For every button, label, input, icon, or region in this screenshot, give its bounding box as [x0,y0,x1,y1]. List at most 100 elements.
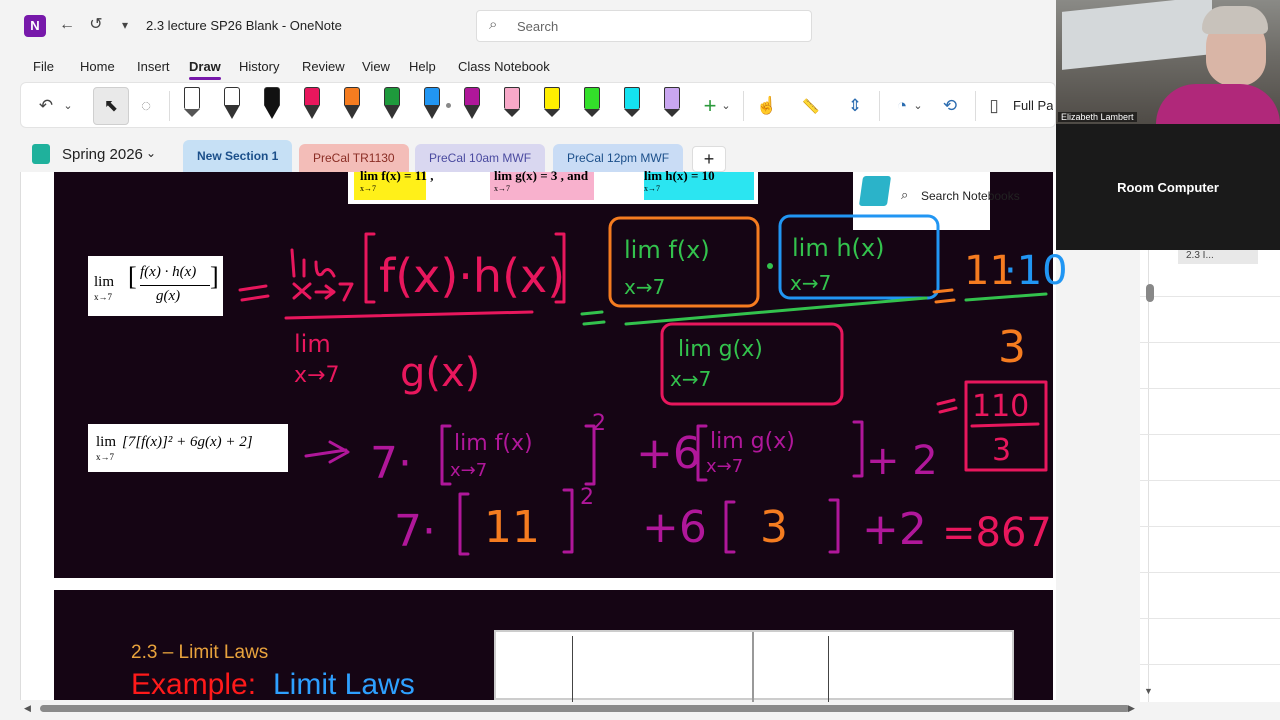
formula-limit-quotient: lim x→7 [ f(x) · h(x) g(x) ] [88,256,223,316]
window-title: 2.3 lecture SP26 Blank - OneNote [146,18,342,33]
given-h-limit: lim h(x) = 10 [644,168,715,183]
presenter-video: Elizabeth Lambert [1056,0,1280,124]
insert-space-icon[interactable]: ⇕ [842,93,868,119]
pointer-icon: ⬉ [103,96,119,115]
search-box[interactable]: ⌕ Search [476,10,812,42]
ink-to-shape-icon[interactable]: ⟲ [937,93,963,119]
presenter-hair [1202,6,1268,34]
highlighter-cyan[interactable] [624,87,640,123]
pane-rule [1140,296,1280,297]
highlighter-green[interactable] [584,87,600,123]
search-icon: ⌕ [901,187,909,202]
pen-orange[interactable] [344,87,360,123]
draw-ribbon: ↶ ⌄ ⬉ ◌ + ⌄ ☝ 📏 ⇕ ◔ ⌄ ⟲ ▯ Full Pag [20,82,1056,128]
scroll-down-arrow-icon[interactable]: ▼ [1144,686,1153,696]
menu-class-notebook[interactable]: Class Notebook [458,59,550,74]
page-title: 2.3 I... [1186,250,1214,261]
section-tab-label: PreCal 12pm MWF [567,151,670,165]
slide-subtitle: 2.3 – Limit Laws [131,642,269,663]
vertical-scroll-thumb[interactable] [1146,284,1154,302]
ribbon-divider [975,91,976,121]
pen-black[interactable] [264,87,280,123]
text-pen-tool[interactable] [224,87,240,123]
full-page-view-icon[interactable]: ▯ [981,93,1007,119]
room-computer-label: Room Computer [1117,180,1219,195]
highlighter-yellow[interactable] [544,87,560,123]
scroll-right-arrow-icon[interactable]: ▶ [1128,703,1135,714]
formula-lim-sub: x→7 [96,452,114,462]
formula-lim: lim [94,274,115,290]
projector-screen [1062,0,1212,70]
menu-file[interactable]: File [33,59,54,74]
full-page-view-label[interactable]: Full Pag [1013,98,1053,113]
notebook-cube-icon [858,176,892,206]
notebook-dropdown-icon[interactable]: ⌄ [146,146,156,160]
given-g-sub: x→7 [494,184,510,193]
page-list-item[interactable]: 2.3 I... [1178,250,1258,264]
highlighter-pink[interactable] [504,87,520,123]
page-list-pane: 2.3 I... [1140,250,1280,702]
slide-example-label: Example: [131,668,257,701]
graph-axis-right [828,636,829,702]
menu-history[interactable]: History [239,59,279,74]
shapes-dropdown-icon[interactable]: ⌄ [911,93,925,119]
pen-blue[interactable] [424,87,440,123]
given-f-limit: lim f(x) = 11 , [360,168,434,183]
onenote-logo-icon: N [24,15,46,37]
given-f-sub: x→7 [360,184,376,193]
ruler-icon[interactable]: 📏 [798,93,824,119]
right-bracket: ] [210,262,219,291]
menu-review[interactable]: Review [302,59,345,74]
undo-icon[interactable]: ↶ [33,93,59,119]
search-notebooks-panel[interactable]: ⌕ Search Notebooks [853,172,1020,230]
pane-rule [1140,342,1280,343]
horizontal-scrollbar[interactable]: ◀ ▶ [20,702,1140,716]
menu-help[interactable]: Help [409,59,436,74]
given-h-sub: x→7 [644,184,660,193]
horizontal-scroll-thumb[interactable] [40,705,1130,712]
section-tab-label: New Section 1 [197,149,279,163]
formula-lim-sub: x→7 [94,292,112,302]
ribbon-divider [879,91,880,121]
menu-home[interactable]: Home [80,59,115,74]
menu-insert[interactable]: Insert [137,59,170,74]
select-tool-button[interactable]: ⬉ [93,87,129,125]
selected-pen-dot-icon [446,103,451,108]
section-tab-new-section-1[interactable]: New Section 1 [183,140,293,172]
search-placeholder: Search [517,19,559,34]
formula-limit-polynomial: lim x→7 [7[f(x)]² + 6g(x) + 2] [88,424,288,472]
given-g-limit: lim g(x) = 3 , and [494,168,589,183]
lecture-slide-2: 2.3 – Limit Laws Example: Limit Laws [54,590,1053,702]
undo-dropdown-icon[interactable]: ⌄ [61,93,75,119]
ribbon-divider [169,91,170,121]
add-pen-dropdown-icon[interactable]: ⌄ [719,93,733,119]
notebook-name[interactable]: Spring 2026 [62,146,143,163]
section-bar: Spring 2026 ⌄ New Section 1 PreCal TR113… [0,136,1056,172]
formula-numerator: f(x) · h(x) [140,264,197,280]
touch-draw-icon[interactable]: ☝ [754,93,780,119]
customize-toolbar-icon[interactable]: ▾ [114,14,136,36]
eraser-tool[interactable] [184,87,200,123]
fraction-bar [140,285,210,286]
pen-magenta[interactable] [464,87,480,123]
menu-draw[interactable]: Draw [189,59,221,80]
video-call-panel: Elizabeth Lambert Room Computer [1056,0,1280,250]
search-icon: ⌕ [489,16,498,33]
back-icon[interactable]: ← [56,14,78,36]
menu-view[interactable]: View [362,59,390,74]
lecture-slide-1: lim f(x) = 11 , lim g(x) = 3 , and lim h… [54,168,1053,578]
highlighter-lavender[interactable] [664,87,680,123]
section-tab-label: PreCal 10am MWF [429,151,532,165]
lasso-select-icon[interactable]: ◌ [133,93,159,119]
formula-denominator: g(x) [156,288,181,304]
pane-rule [1140,388,1280,389]
pane-rule [1140,526,1280,527]
pen-green[interactable] [384,87,400,123]
pane-rule [1140,664,1280,665]
scroll-left-arrow-icon[interactable]: ◀ [24,703,31,714]
undo-icon[interactable]: ↺ [85,14,107,36]
formula-body: [7[f(x)]² + 6g(x) + 2] [122,434,253,450]
pane-rule [1140,434,1280,435]
given-limits-strip: lim f(x) = 11 , lim g(x) = 3 , and lim h… [348,168,758,204]
pen-pink[interactable] [304,87,320,123]
